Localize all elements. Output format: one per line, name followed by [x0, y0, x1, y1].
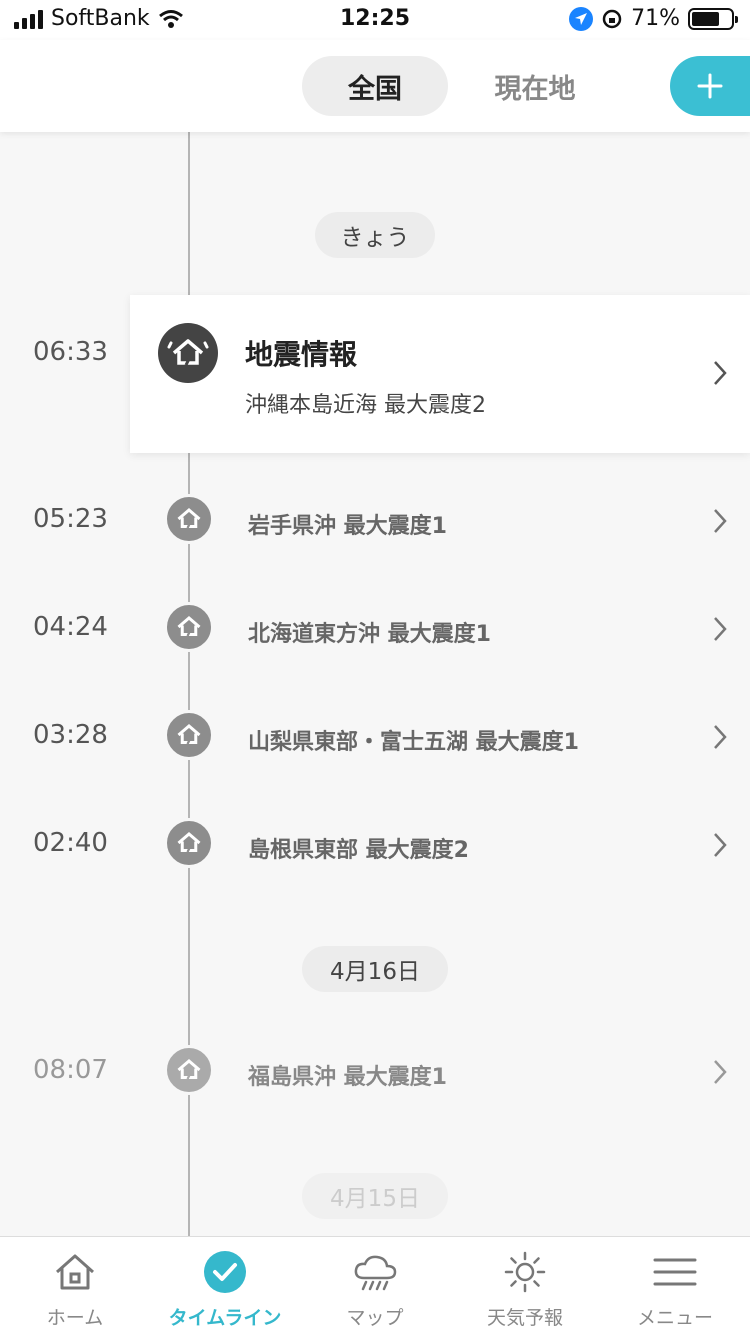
earthquake-icon	[164, 710, 214, 760]
status-right: 71%	[569, 6, 738, 31]
battery-icon	[688, 7, 738, 30]
nav-home-label: ホーム	[46, 1307, 104, 1329]
event-time: 05:23	[33, 504, 108, 534]
home-icon	[52, 1249, 98, 1295]
add-location-button[interactable]	[670, 56, 750, 116]
featured-event-title: 地震情報	[245, 338, 358, 371]
timeline[interactable]: きょう 06:33 地震情報 沖縄本島近海 最大震度2 05:23 岩手県沖 最…	[0, 132, 750, 1236]
chevron-right-icon[interactable]	[712, 723, 728, 751]
tab-nationwide[interactable]: 全国	[302, 56, 448, 116]
earthquake-icon	[164, 602, 214, 652]
hamburger-menu-icon	[652, 1249, 698, 1295]
plus-icon	[697, 73, 723, 99]
nav-timeline[interactable]: タイムライン	[150, 1237, 300, 1334]
event-row[interactable]: 岩手県沖 最大震度1	[248, 508, 447, 540]
event-row[interactable]: 山梨県東部・富士五湖 最大震度1	[248, 724, 579, 756]
nav-forecast-label: 天気予報	[486, 1307, 563, 1329]
event-row[interactable]: 北海道東方沖 最大震度1	[248, 616, 491, 648]
battery-percent: 71%	[631, 6, 680, 31]
nav-timeline-label: タイムライン	[168, 1307, 282, 1329]
nav-forecast[interactable]: 天気予報	[450, 1237, 600, 1334]
nav-home[interactable]: ホーム	[0, 1237, 150, 1334]
status-bar: SoftBank 12:25 71%	[0, 0, 750, 40]
date-pill: 4月16日	[302, 946, 448, 992]
rotation-lock-icon	[602, 9, 622, 28]
event-time: 03:28	[33, 720, 108, 750]
tab-current-location[interactable]: 現在地	[462, 56, 608, 116]
earthquake-icon	[164, 1045, 214, 1095]
featured-time: 06:33	[33, 337, 108, 367]
nav-map[interactable]: マップ	[300, 1237, 450, 1334]
featured-event-subtitle: 沖縄本島近海 最大震度2	[245, 393, 486, 418]
timeline-line	[188, 132, 190, 297]
chevron-right-icon[interactable]	[712, 507, 728, 535]
bottom-nav: ホーム タイムライン マップ 天気予報 メニュー	[0, 1236, 750, 1334]
nav-menu-label: メニュー	[636, 1307, 713, 1329]
event-row[interactable]: 島根県東部 最大震度2	[248, 832, 469, 864]
nav-menu[interactable]: メニュー	[600, 1237, 750, 1334]
location-arrow-icon	[569, 6, 594, 31]
chevron-right-icon	[714, 361, 727, 385]
earthquake-icon	[164, 494, 214, 544]
event-time: 04:24	[33, 612, 108, 642]
event-row[interactable]: 福島県沖 最大震度1	[248, 1059, 447, 1091]
event-time: 02:40	[33, 828, 108, 858]
chevron-right-icon[interactable]	[712, 831, 728, 859]
chevron-right-icon[interactable]	[712, 615, 728, 643]
sun-icon	[502, 1249, 548, 1295]
rain-cloud-icon	[352, 1249, 398, 1295]
earthquake-icon	[164, 818, 214, 868]
chevron-right-icon[interactable]	[712, 1058, 728, 1086]
top-tab-bar: 全国 現在地	[0, 40, 750, 132]
check-circle-icon	[202, 1249, 248, 1295]
nav-map-label: マップ	[346, 1307, 404, 1329]
event-time: 08:07	[33, 1055, 108, 1085]
date-pill-today: きょう	[315, 212, 435, 258]
earthquake-icon	[158, 323, 218, 383]
date-pill: 4月15日	[302, 1173, 448, 1219]
featured-event-card[interactable]: 地震情報 沖縄本島近海 最大震度2	[130, 295, 750, 453]
